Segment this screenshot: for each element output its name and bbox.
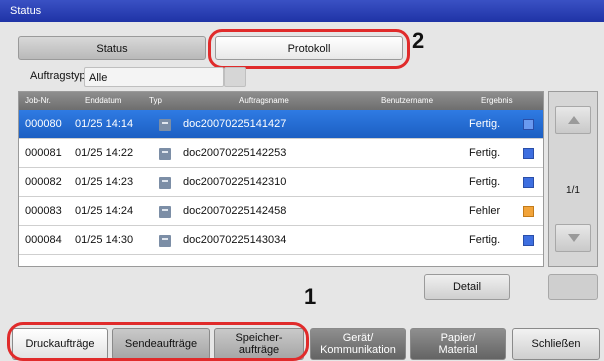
table-row[interactable]: 000082 01/25 14:23 doc20070225142310 Fer… bbox=[19, 168, 543, 197]
tab-speicherauftraege[interactable]: Speicher- aufträge bbox=[214, 328, 304, 360]
job-result: Fertig. bbox=[469, 147, 501, 159]
job-result: Fertig. bbox=[469, 176, 501, 188]
table-header: Job-Nr. Enddatum Typ Auftragsname Benutz… bbox=[19, 92, 543, 110]
job-number: 000080 bbox=[25, 118, 62, 130]
end-date: 01/25 14:24 bbox=[75, 205, 134, 217]
print-job-icon bbox=[159, 177, 171, 189]
scroll-panel: 1/1 bbox=[548, 91, 598, 267]
side-panel-button bbox=[548, 274, 598, 300]
header-job-nr: Job-Nr. bbox=[25, 96, 51, 105]
tab-druckauftraege[interactable]: Druckaufträge bbox=[12, 328, 108, 360]
job-result: Fehler bbox=[469, 205, 501, 217]
tab-label: Druckaufträge bbox=[25, 338, 95, 350]
header-typ: Typ bbox=[149, 96, 162, 105]
header-ergebnis: Ergebnis bbox=[481, 96, 513, 105]
job-name: doc20070225142458 bbox=[183, 205, 287, 217]
job-number: 000081 bbox=[25, 147, 62, 159]
print-job-icon bbox=[159, 235, 171, 247]
end-date: 01/25 14:14 bbox=[75, 118, 134, 130]
tab-label-line1: Gerät/ bbox=[342, 332, 374, 344]
end-date: 01/25 14:22 bbox=[75, 147, 134, 159]
scroll-down-button[interactable] bbox=[555, 224, 591, 252]
tab-protokoll[interactable]: Protokoll bbox=[215, 36, 403, 60]
tab-label: Sendeaufträge bbox=[124, 338, 198, 350]
job-result: Fertig. bbox=[469, 118, 501, 130]
print-job-icon bbox=[159, 148, 171, 160]
tab-label-line2: Material bbox=[438, 344, 478, 356]
tab-sendeauftraege[interactable]: Sendeaufträge bbox=[112, 328, 210, 360]
result-error-icon bbox=[523, 206, 534, 217]
result-ok-icon bbox=[523, 235, 534, 246]
job-result: Fertig. bbox=[469, 234, 501, 246]
print-job-icon bbox=[159, 119, 171, 131]
print-job-icon bbox=[159, 206, 171, 218]
tab-status[interactable]: Status bbox=[18, 36, 206, 60]
header-benutzername: Benutzername bbox=[381, 96, 434, 105]
result-ok-icon bbox=[523, 148, 534, 159]
tab-label-line1: Papier/ bbox=[440, 332, 476, 344]
tab-papier-material[interactable]: Papier/ Material bbox=[410, 328, 506, 360]
job-number: 000084 bbox=[25, 234, 62, 246]
table-row[interactable]: 000084 01/25 14:30 doc20070225143034 Fer… bbox=[19, 226, 543, 255]
callout-marker-2: 2 bbox=[412, 28, 425, 53]
tab-label-line2: Kommunikation bbox=[320, 344, 396, 356]
close-button[interactable]: Schließen bbox=[512, 328, 600, 360]
callout-marker-1: 1 bbox=[304, 284, 317, 309]
table-row[interactable]: 000081 01/25 14:22 doc20070225142253 Fer… bbox=[19, 139, 543, 168]
result-ok-icon bbox=[523, 119, 534, 130]
table-row[interactable]: 000080 01/25 14:14 doc20070225141427 Fer… bbox=[19, 110, 543, 139]
page-indicator: 1/1 bbox=[566, 185, 580, 196]
job-log-table: Job-Nr. Enddatum Typ Auftragsname Benutz… bbox=[18, 91, 544, 267]
filter-dropdown-button[interactable] bbox=[224, 67, 246, 87]
close-label: Schließen bbox=[531, 338, 581, 350]
end-date: 01/25 14:23 bbox=[75, 176, 134, 188]
job-name: doc20070225142310 bbox=[183, 176, 287, 188]
job-name: doc20070225143034 bbox=[183, 234, 287, 246]
window-title: Status bbox=[0, 0, 604, 22]
result-ok-icon bbox=[523, 177, 534, 188]
header-auftragsname: Auftragsname bbox=[239, 96, 289, 105]
job-number: 000083 bbox=[25, 205, 62, 217]
filter-select[interactable]: Alle bbox=[84, 67, 224, 87]
end-date: 01/25 14:30 bbox=[75, 234, 134, 246]
tab-label-line2: aufträge bbox=[238, 344, 280, 356]
header-enddatum: Enddatum bbox=[85, 96, 122, 105]
table-row[interactable]: 000083 01/25 14:24 doc20070225142458 Feh… bbox=[19, 197, 543, 226]
tab-geraet-kommunikation[interactable]: Gerät/ Kommunikation bbox=[310, 328, 406, 360]
tab-label-line1: Speicher- bbox=[235, 332, 283, 344]
filter-label: Auftragstyp bbox=[30, 70, 86, 82]
job-number: 000082 bbox=[25, 176, 62, 188]
detail-button[interactable]: Detail bbox=[424, 274, 510, 300]
scroll-up-button[interactable] bbox=[555, 106, 591, 134]
job-name: doc20070225142253 bbox=[183, 147, 287, 159]
job-name: doc20070225141427 bbox=[183, 118, 287, 130]
